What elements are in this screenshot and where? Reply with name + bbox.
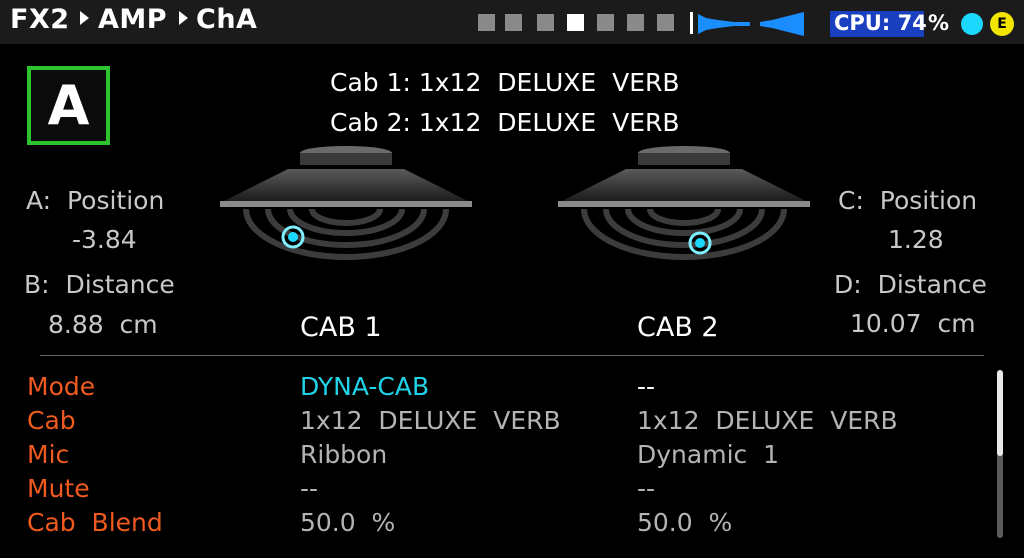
cab2-mute-value[interactable]: --	[637, 474, 655, 503]
row-label-mic[interactable]: Mic	[27, 440, 69, 469]
cpu-label: CPU: 74	[834, 11, 927, 35]
level-meter-icon	[698, 12, 804, 36]
cab1-mode-value[interactable]: DYNA-CAB	[300, 372, 429, 401]
speaker-cab1-icon	[220, 146, 472, 260]
cab1-cab-value[interactable]: 1x12 DELUXE VERB	[300, 406, 561, 435]
cab2-title: Cab 2: 1x12 DELUXE VERB	[330, 108, 680, 137]
cab2-mode-value[interactable]: --	[637, 372, 655, 401]
scene-slot-active[interactable]	[567, 14, 584, 31]
cab2-blend-value[interactable]: 50.0 %	[637, 508, 732, 537]
param-b-value: 8.88 cm	[48, 310, 158, 339]
scene-slot[interactable]	[657, 14, 674, 31]
row-label-cab[interactable]: Cab	[27, 406, 76, 435]
row-label-mute[interactable]: Mute	[27, 474, 90, 503]
scene-slot[interactable]	[505, 14, 522, 31]
breadcrumb-fx2[interactable]: FX2	[10, 4, 70, 35]
row-label-cab-blend[interactable]: Cab Blend	[27, 508, 163, 537]
scene-slot[interactable]	[478, 14, 495, 31]
scene-slot[interactable]	[627, 14, 644, 31]
param-c-label[interactable]: C: Position	[838, 186, 977, 215]
cab1-heading: CAB 1	[300, 312, 382, 343]
edit-indicator-icon: E	[990, 12, 1014, 36]
cab1-mic-value[interactable]: Ribbon	[300, 440, 387, 469]
param-d-label[interactable]: D: Distance	[834, 270, 987, 299]
scene-slot[interactable]	[537, 14, 554, 31]
param-a-value: -3.84	[72, 225, 137, 254]
row-label-mode[interactable]: Mode	[27, 372, 95, 401]
cab1-title: Cab 1: 1x12 DELUXE VERB	[330, 68, 680, 97]
breadcrumb-arrow-icon	[80, 11, 89, 25]
param-c-value: 1.28	[888, 225, 944, 254]
param-b-label[interactable]: B: Distance	[24, 270, 175, 299]
mic-position-cab1-handle[interactable]	[280, 224, 306, 250]
level-meter-divider	[690, 12, 693, 34]
breadcrumb-cha[interactable]: ChA	[196, 4, 257, 35]
breadcrumb-amp[interactable]: AMP	[98, 4, 167, 35]
speaker-cab2-icon	[558, 146, 810, 260]
mic-position-cab2-handle[interactable]	[687, 230, 713, 256]
cyan-status-dot-icon	[961, 13, 983, 35]
divider	[40, 355, 984, 356]
cab2-cab-value[interactable]: 1x12 DELUXE VERB	[637, 406, 898, 435]
cpu-percent-sign: %	[928, 11, 950, 35]
breadcrumb-arrow-icon	[179, 11, 188, 25]
cab2-heading: CAB 2	[637, 312, 719, 343]
channel-letter: A	[47, 74, 90, 137]
scene-slot[interactable]	[597, 14, 614, 31]
scrollbar-thumb[interactable]	[997, 370, 1003, 456]
cab1-blend-value[interactable]: 50.0 %	[300, 508, 395, 537]
param-a-label[interactable]: A: Position	[26, 186, 164, 215]
cab1-mute-value[interactable]: --	[300, 474, 318, 503]
cab2-mic-value[interactable]: Dynamic 1	[637, 440, 779, 469]
param-d-value: 10.07 cm	[850, 309, 976, 338]
